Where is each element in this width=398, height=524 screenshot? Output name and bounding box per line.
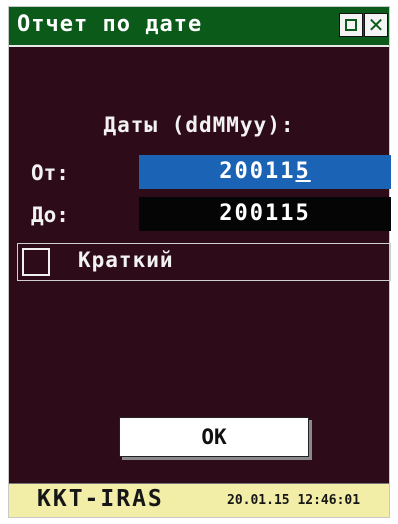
status-datetime: 20.01.15 12:46:01 [227, 493, 361, 508]
short-report-option[interactable]: Краткий [17, 243, 391, 281]
short-report-checkbox[interactable] [22, 248, 50, 276]
short-report-label: Краткий [78, 248, 174, 272]
to-label: До: [31, 203, 69, 227]
from-label: От: [31, 161, 69, 185]
text-cursor: 5 [295, 159, 311, 184]
close-icon: ✕ [367, 13, 385, 37]
ok-button[interactable]: OK [119, 417, 309, 457]
window-title: Отчет по дате [17, 12, 203, 37]
report-by-date-window: Отчет по дате ✕ Даты (ddMMyy): От: 20011… [8, 6, 391, 518]
close-button[interactable]: ✕ [364, 13, 388, 37]
dates-format-label: Даты (ddMMyy): [103, 113, 295, 137]
title-bar: Отчет по дате ✕ [9, 7, 389, 47]
status-app-name: KKT-IRAS [37, 486, 164, 512]
status-bar: KKT-IRAS 20.01.15 12:46:01 [9, 483, 389, 517]
maximize-button[interactable] [339, 13, 363, 37]
from-date-input[interactable]: 200115 [139, 155, 391, 189]
maximize-icon [345, 19, 357, 31]
from-date-value: 20011 [219, 159, 296, 184]
to-date-input[interactable]: 200115 [139, 197, 391, 231]
